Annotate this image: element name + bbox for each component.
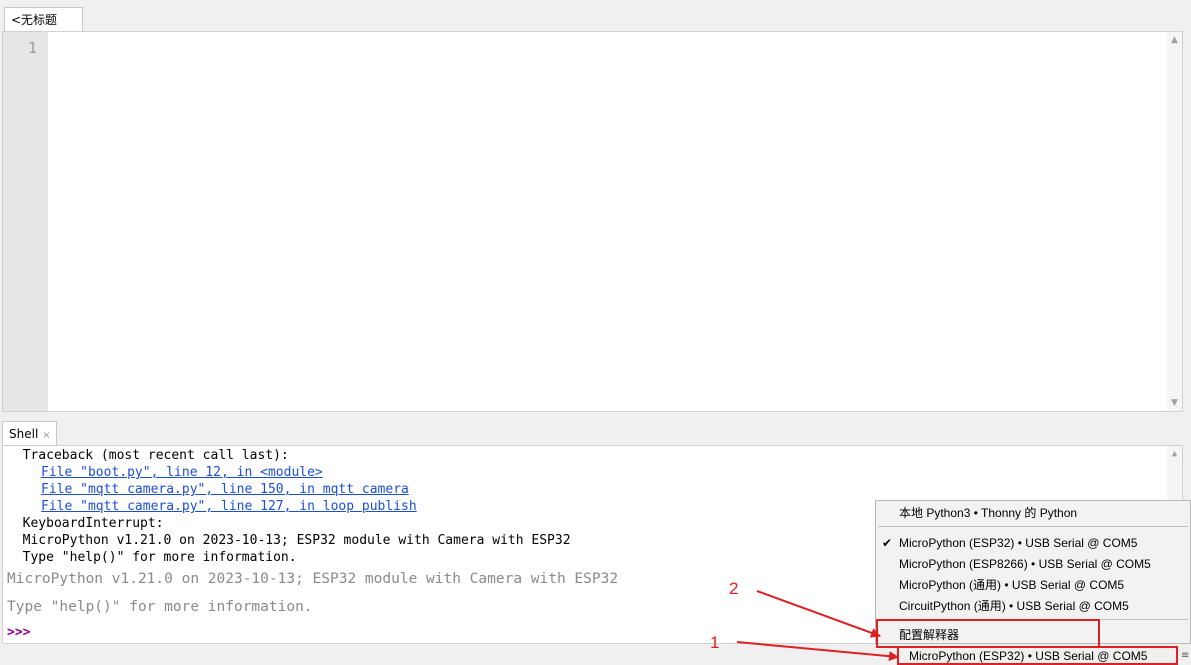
- arrow-to-configure: [756, 590, 881, 638]
- annotation-arrows: [736, 590, 899, 662]
- arrow-to-statusbar: [736, 641, 899, 662]
